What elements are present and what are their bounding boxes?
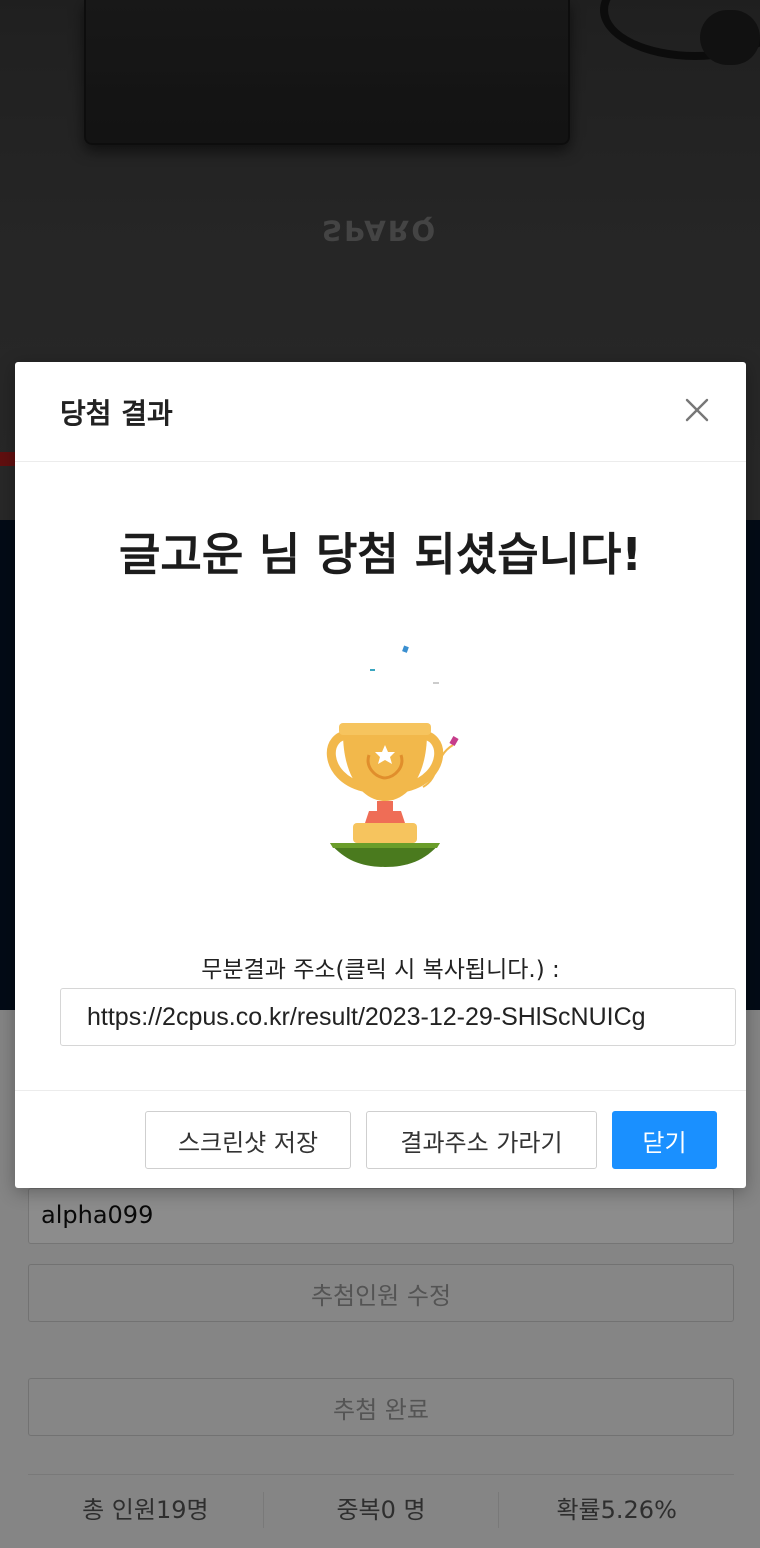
modal-header: 당첨 결과 — [15, 362, 746, 462]
close-button[interactable]: 닫기 — [612, 1111, 717, 1169]
modal-footer: 스크린샷 저장 결과주소 가라기 닫기 — [15, 1090, 746, 1188]
modal-title: 당첨 결과 — [60, 397, 173, 430]
result-modal: 당첨 결과 글고운 님 당첨 되셨습니다! 무분결과 주소(클릭 시 복사됩니다… — [15, 362, 746, 1188]
result-link-field[interactable]: https://2cpus.co.kr/result/2023-12-29-SH… — [60, 988, 736, 1046]
page: SPARQ alpha099 추첨인원 수정 추첨 완료 총 인원19명 중복0… — [0, 0, 760, 1548]
result-link-label: 무분결과 주소(클릭 시 복사됩니다.) : — [201, 957, 560, 983]
winner-headline: 글고운 님 당첨 되셨습니다! — [119, 528, 642, 581]
save-screenshot-button[interactable]: 스크린샷 저장 — [145, 1111, 351, 1169]
trophy-icon — [295, 637, 487, 867]
close-icon[interactable] — [679, 392, 715, 428]
hide-link-button[interactable]: 결과주소 가라기 — [366, 1111, 597, 1169]
